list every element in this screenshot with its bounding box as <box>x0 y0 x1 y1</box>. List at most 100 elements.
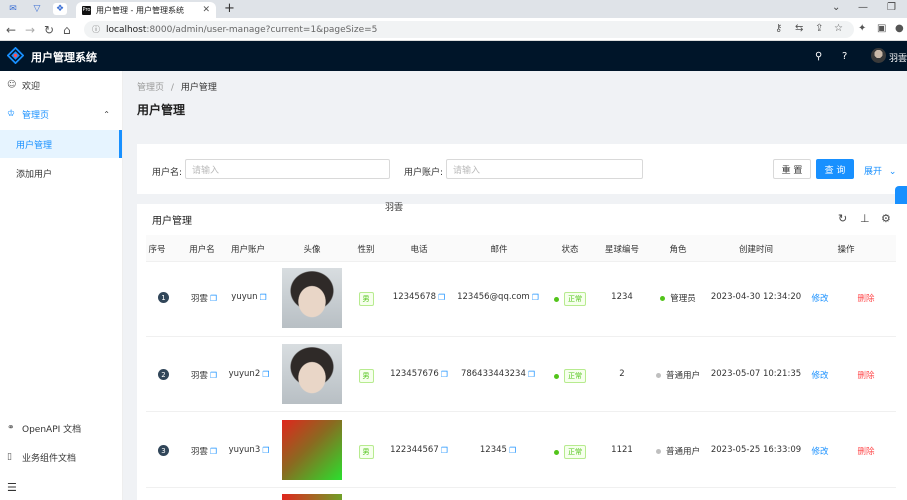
copy-icon[interactable]: ❐ <box>260 293 267 302</box>
status-cell: 正常 <box>550 292 590 306</box>
browser-tab-bar: ✉ ▽ ❖ Pro 用户管理 - 用户管理系统 ✕ + ⌄ — ❐ <box>0 0 907 18</box>
share-icon[interactable]: ⇪ <box>815 23 823 34</box>
density-icon[interactable]: ⊥ <box>860 212 870 225</box>
delete-link[interactable]: 删除 <box>856 445 876 457</box>
url-field[interactable]: ⓘ localhost:8000/admin/user-manage?curre… <box>84 21 854 38</box>
role-dot <box>655 448 661 454</box>
grid-icon[interactable]: ❖ <box>53 3 67 15</box>
user-avatar-image-partial[interactable] <box>282 494 342 500</box>
copy-icon[interactable]: ❐ <box>210 294 217 303</box>
gender-cell: 男 <box>356 445 376 459</box>
phone-cell: 12345678 ❐ <box>390 292 448 302</box>
cell-text: 羽雲 <box>190 371 208 381</box>
sidebar-item-label: 用户管理 <box>16 140 53 151</box>
breadcrumb-parent[interactable]: 管理页 <box>137 83 164 93</box>
sidepanel-icon[interactable]: ▣ <box>877 23 886 34</box>
col-gender: 性别 <box>357 244 375 255</box>
copy-icon[interactable]: ❐ <box>441 370 448 379</box>
browser-tab-active[interactable]: Pro 用户管理 - 用户管理系统 ✕ <box>76 2 216 18</box>
forward-icon[interactable]: → <box>25 23 35 37</box>
index-badge: 3 <box>158 445 169 456</box>
col-avatar: 头像 <box>303 244 321 255</box>
sidebar-item-user-manage[interactable]: 用户管理 <box>0 130 122 158</box>
smile-icon: ☺ <box>7 80 17 90</box>
copy-icon[interactable]: ❐ <box>528 370 535 379</box>
tab-search-icon[interactable]: ⌄ <box>832 2 840 13</box>
account-input[interactable]: 请输入 <box>446 159 643 179</box>
row-index: 3 <box>158 445 169 456</box>
copy-icon[interactable]: ❐ <box>441 446 448 455</box>
copy-icon[interactable]: ❐ <box>210 447 217 456</box>
translate-icon[interactable]: ⇆ <box>795 23 803 34</box>
vue-icon[interactable]: ▽ <box>30 3 44 15</box>
extensions-icon[interactable]: ✦ <box>858 23 866 34</box>
back-icon[interactable]: ← <box>6 23 16 37</box>
index-badge: 1 <box>158 292 169 303</box>
bookmark-star-icon[interactable]: ☆ <box>834 23 843 34</box>
planet-cell: 2 <box>619 369 625 379</box>
cell-text: 123456@qq.com <box>457 292 530 302</box>
delete-link[interactable]: 删除 <box>856 292 876 304</box>
status-dot <box>554 296 559 302</box>
close-tab-icon[interactable]: ✕ <box>202 5 210 15</box>
search-icon[interactable]: ⚲ <box>815 51 822 62</box>
avatar[interactable] <box>871 48 886 63</box>
account-cell: yuyun3 ❐ <box>226 445 272 455</box>
user-avatar-image[interactable] <box>282 420 342 480</box>
status-tag: 正常 <box>564 292 586 306</box>
app-header: 用户管理系统 ⚲ ? 羽雲 <box>0 41 907 71</box>
header-username[interactable]: 羽雲 <box>889 51 907 64</box>
col-role: 角色 <box>669 244 687 255</box>
table-row: 2 羽雲 ❐ yuyun2 ❐ 男 123457676 ❐ 786433443234 ❐… <box>146 337 896 412</box>
copy-icon[interactable]: ❐ <box>509 446 516 455</box>
sidebar-link-openapi[interactable]: ⚭ OpenAPI 文档 <box>0 414 122 442</box>
sidebar-item-label: 欢迎 <box>22 81 41 92</box>
account-label: 用户账户: <box>404 168 444 178</box>
sidebar-item-label: 管理页 <box>22 110 50 121</box>
question-icon[interactable]: ? <box>842 51 847 62</box>
sidebar-item-admin[interactable]: ♔ 管理页 ⌃ <box>0 100 122 128</box>
tab-favicon: Pro <box>82 5 91 15</box>
copy-icon[interactable]: ❐ <box>262 370 269 379</box>
restore-icon[interactable]: ❐ <box>887 2 896 13</box>
copy-icon[interactable]: ❐ <box>210 371 217 380</box>
reload-icon[interactable]: ↻ <box>44 23 54 37</box>
expand-label: 展开 <box>864 167 883 177</box>
reset-button[interactable]: 重 置 <box>773 159 811 179</box>
created-cell: 2023-05-25 16:33:09 <box>710 445 802 455</box>
reload-icon[interactable]: ↻ <box>838 212 847 225</box>
sidebar-item-add-user[interactable]: 添加用户 <box>0 159 122 187</box>
col-username: 用户名 <box>189 244 215 255</box>
home-icon[interactable]: ⌂ <box>63 23 71 37</box>
account-cell: yuyun ❐ <box>228 292 270 302</box>
mail-icon[interactable]: ✉ <box>6 3 20 15</box>
username-input[interactable]: 请输入 <box>185 159 390 179</box>
cell-text: 12345 <box>479 445 507 455</box>
new-tab-icon[interactable]: + <box>224 1 235 16</box>
delete-link[interactable]: 删除 <box>856 369 876 381</box>
query-button[interactable]: 查 询 <box>816 159 854 179</box>
settings-gear-icon[interactable]: ⚙ <box>881 212 891 225</box>
sidebar-link-label: OpenAPI 文档 <box>22 424 82 435</box>
user-avatar-image[interactable] <box>282 344 342 404</box>
expand-button[interactable]: 展开 ⌄ <box>864 164 896 177</box>
copy-icon[interactable]: ❐ <box>438 293 445 302</box>
minimize-icon[interactable]: — <box>858 2 868 13</box>
status-tag: 正常 <box>564 369 586 383</box>
sidebar-link-label: 业务组件文档 <box>22 453 77 464</box>
site-info-icon[interactable]: ⓘ <box>92 24 100 35</box>
user-avatar-image[interactable] <box>282 268 342 328</box>
cell-text: 786433443234 <box>460 369 526 379</box>
key-icon[interactable]: ⚷ <box>775 23 782 34</box>
logo-icon[interactable] <box>7 47 24 64</box>
collapse-menu-icon[interactable]: ☰ <box>7 481 17 494</box>
profile-icon[interactable]: ● <box>895 23 904 34</box>
copy-icon[interactable]: ❐ <box>532 293 539 302</box>
edit-link[interactable]: 修改 <box>810 445 830 457</box>
edit-link[interactable]: 修改 <box>810 369 830 381</box>
sidebar-link-docs[interactable]: ▯ 业务组件文档 <box>0 443 122 471</box>
username-placeholder: 请输入 <box>192 165 220 176</box>
copy-icon[interactable]: ❐ <box>262 446 269 455</box>
edit-link[interactable]: 修改 <box>810 292 830 304</box>
sidebar-item-welcome[interactable]: ☺ 欢迎 <box>0 71 122 99</box>
